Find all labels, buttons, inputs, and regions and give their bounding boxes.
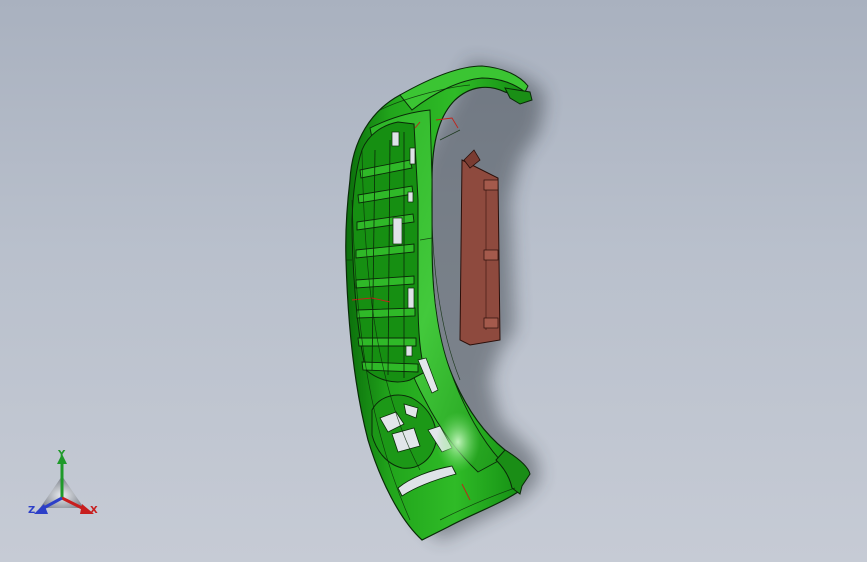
y-axis-label: Y [58,449,66,460]
graphics-viewport[interactable]: Y X Z [0,0,867,562]
reference-triad[interactable]: Y X Z [22,446,108,526]
bumper-part-model[interactable] [0,0,867,562]
plate-clip-bottom [483,317,499,329]
plate-clip-mid [483,249,499,261]
plate-clip-top [483,179,499,191]
x-axis-label: X [90,505,98,516]
specular-highlight [436,412,480,472]
z-axis-label: Z [28,505,36,516]
